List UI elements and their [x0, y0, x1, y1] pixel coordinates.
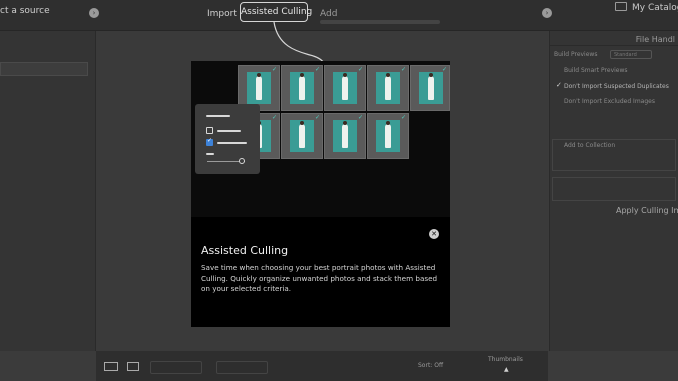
filter-checkbox-checked[interactable]: [206, 137, 213, 146]
thumbnail-size-icon[interactable]: ▲: [504, 366, 509, 373]
filter-option-line: [217, 130, 241, 132]
check-all-button[interactable]: [150, 361, 202, 374]
loupe-view-icon[interactable]: [127, 362, 139, 371]
dialog-title: Assisted Culling: [201, 244, 289, 257]
panel-divider: [550, 45, 678, 46]
filter-option-line: [217, 142, 247, 144]
build-smart-previews-option[interactable]: Build Smart Previews: [564, 67, 628, 74]
portrait-photo: [419, 72, 443, 104]
catalog-label[interactable]: My Catalog: [632, 3, 678, 13]
culling-illustration: ✓ ✓ ✓ ✓ ✓ ✓ ✓ ✓ ✓ ✓: [191, 61, 450, 217]
collection-box: [552, 177, 676, 201]
select-source-label[interactable]: ct a source: [0, 6, 50, 16]
build-previews-label: Build Previews: [554, 51, 598, 58]
check-icon: ✓: [271, 114, 277, 121]
arrow-right-circle-icon[interactable]: ›: [542, 8, 552, 18]
uncheck-all-button[interactable]: [216, 361, 268, 374]
grid-view-icon[interactable]: [104, 362, 118, 371]
slider-label-line: [206, 153, 214, 155]
photo-thumbnail: ✓: [324, 113, 366, 159]
file-handling-panel: File Handl Build Previews Standard Build…: [549, 31, 678, 351]
photo-thumbnail: ✓: [367, 113, 409, 159]
source-panel: [0, 31, 96, 351]
portrait-photo: [290, 120, 314, 152]
assisted-culling-dialog: ✓ ✓ ✓ ✓ ✓ ✓ ✓ ✓ ✓ ✓ ✕ Assisted Culling S…: [191, 61, 450, 327]
culling-filter-popup: [195, 104, 260, 174]
check-icon: ✓: [271, 66, 277, 73]
close-icon[interactable]: ✕: [429, 229, 439, 239]
check-icon: ✓: [441, 66, 447, 73]
apply-culling-label[interactable]: Apply Culling Impo: [616, 206, 678, 215]
check-icon: ✓: [357, 114, 363, 121]
photo-thumbnail: ✓: [367, 65, 409, 111]
photo-thumbnail: ✓: [281, 113, 323, 159]
portrait-photo: [247, 72, 271, 104]
filter-slider-knob[interactable]: [239, 158, 245, 164]
panel-title[interactable]: File Handl: [636, 35, 675, 44]
filter-heading-line: [206, 115, 230, 117]
thumbnails-label[interactable]: Thumbnails: [488, 356, 523, 363]
bottom-toolbar: Sort: Off Thumbnails ▲: [96, 351, 548, 381]
portrait-photo: [290, 72, 314, 104]
sort-label[interactable]: Sort: Off: [418, 362, 443, 369]
tab-import[interactable]: Import: [207, 9, 237, 19]
tab-assisted-culling[interactable]: Assisted Culling: [240, 2, 312, 22]
portrait-photo: [376, 120, 400, 152]
photo-thumbnail: ✓: [324, 65, 366, 111]
check-icon: ✓: [400, 114, 406, 121]
catalog-icon: [615, 2, 627, 11]
dont-import-excluded-option[interactable]: Don't Import Excluded Images: [564, 98, 655, 105]
check-icon: ✓: [357, 66, 363, 73]
arrow-right-circle-icon[interactable]: ›: [89, 8, 99, 18]
portrait-photo: [333, 72, 357, 104]
source-row[interactable]: [0, 62, 88, 76]
build-previews-select[interactable]: Standard: [610, 50, 652, 59]
dialog-description: Save time when choosing your best portra…: [201, 263, 438, 293]
dont-import-duplicates-option[interactable]: Don't Import Suspected Duplicates: [564, 83, 669, 90]
check-icon: ✓: [314, 66, 320, 73]
photo-thumbnail: ✓: [281, 65, 323, 111]
checkmark-icon[interactable]: ✓: [556, 81, 562, 89]
filter-checkbox[interactable]: [206, 127, 213, 134]
add-to-collection-option[interactable]: Add to Collection: [564, 142, 615, 149]
portrait-photo: [376, 72, 400, 104]
import-top-bar: ct a source › Import Assisted Culling Ad…: [0, 0, 678, 31]
tab-add-subtitle: [320, 20, 440, 24]
photo-thumbnail: ✓: [410, 65, 450, 111]
check-icon: ✓: [400, 66, 406, 73]
check-icon: ✓: [314, 114, 320, 121]
portrait-photo: [333, 120, 357, 152]
tab-add[interactable]: Add: [320, 9, 337, 19]
